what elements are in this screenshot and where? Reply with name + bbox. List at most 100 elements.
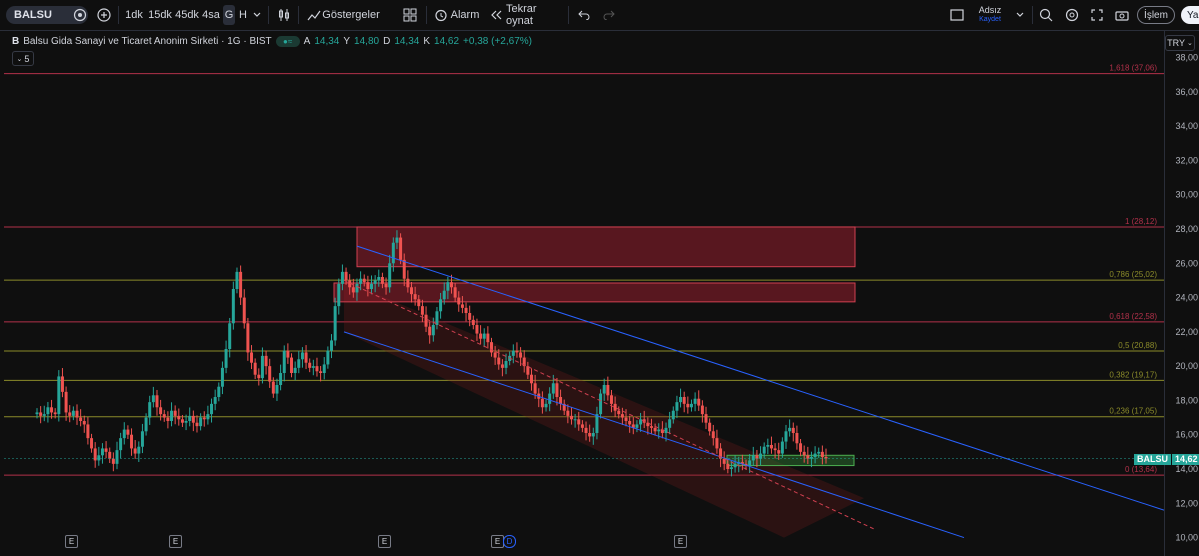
candle-body — [402, 259, 406, 279]
legend-close-key: K — [423, 36, 431, 47]
candle-body — [460, 304, 464, 308]
replay-button[interactable]: Tekrar oynat — [506, 3, 562, 27]
interval-h[interactable]: H — [238, 5, 248, 25]
badge-symbol: BALSU — [1134, 454, 1171, 465]
candle-body — [580, 424, 584, 428]
interval-4sa[interactable]: 4sa — [202, 5, 220, 25]
interval-1dk[interactable]: 1dk — [124, 5, 144, 25]
candle-body — [617, 410, 621, 415]
candle-body — [199, 417, 203, 427]
candle-body — [377, 277, 381, 281]
candle-body — [119, 438, 123, 451]
candle-body — [224, 349, 228, 368]
fullscreen-icon[interactable] — [1089, 5, 1105, 25]
redo-icon[interactable] — [602, 5, 616, 25]
settings-icon[interactable] — [1064, 5, 1080, 25]
candle-body — [220, 367, 224, 387]
candle-body — [639, 419, 643, 425]
undo-icon[interactable] — [577, 5, 591, 25]
alarm-icon[interactable] — [433, 5, 449, 25]
add-symbol-icon[interactable] — [96, 5, 112, 25]
candle-body — [64, 391, 68, 413]
interval-45dk[interactable]: 45dk — [175, 5, 199, 25]
candle-body — [759, 453, 763, 459]
dividend-event-marker[interactable]: D — [503, 535, 516, 548]
candle-body — [133, 448, 137, 454]
candle-body — [599, 393, 603, 415]
candle-body — [271, 381, 275, 394]
price-axis[interactable]: 10,00 12,00 14,00 16,00 18,00 20,00 22,00 24,00… — [1164, 31, 1199, 556]
candle-body — [657, 429, 661, 432]
screenshot-icon[interactable] — [1114, 5, 1130, 25]
alarm-button[interactable]: Alarm — [451, 5, 480, 25]
candle-body — [573, 419, 577, 421]
candle-body — [671, 410, 675, 420]
candle-body — [60, 376, 64, 392]
candle-body — [468, 313, 472, 320]
candle-body — [388, 263, 392, 288]
indicators-button[interactable]: Göstergeler — [322, 5, 379, 25]
replay-icon[interactable] — [489, 5, 503, 25]
candle-body — [635, 424, 639, 428]
top-toolbar: BALSU 1dk 15dk 45dk 4sa G H Göstergeler … — [0, 0, 1199, 31]
price-tick-label: 38,00 — [1175, 53, 1198, 63]
fib-level-label: 1,618 (37,06) — [1109, 64, 1157, 73]
symbol-label: BALSU — [14, 9, 52, 21]
earnings-event-marker[interactable]: E — [65, 535, 78, 548]
publish-button[interactable]: Ya — [1181, 6, 1199, 24]
candle-body — [704, 414, 708, 423]
candle-body — [130, 434, 134, 449]
candle-body — [140, 431, 144, 447]
indicator-collapse-toggle[interactable]: ⌄ 5 — [12, 51, 34, 66]
interval-15dk[interactable]: 15dk — [148, 5, 172, 25]
layout-icon[interactable] — [949, 5, 965, 25]
currency-dropdown-icon: ⌄ — [1186, 40, 1193, 47]
candle-body — [384, 283, 388, 288]
currency-selector[interactable]: TRY ⌄ — [1165, 35, 1195, 51]
candle-body — [682, 397, 686, 404]
templates-icon[interactable] — [402, 5, 418, 25]
candle-body — [795, 433, 799, 444]
candle-body — [569, 415, 573, 420]
candle-body — [46, 407, 50, 415]
candle-body — [555, 383, 559, 397]
layout-save-link[interactable]: Kaydet — [979, 15, 1001, 24]
candle-body — [148, 402, 152, 418]
candle-type-icon[interactable] — [276, 5, 292, 25]
earnings-event-marker[interactable]: E — [378, 535, 391, 548]
compare-icon[interactable] — [72, 5, 88, 25]
chevron-down-icon: ⌄ — [16, 55, 23, 63]
legend-low-value: 14,34 — [394, 36, 420, 47]
candle-body — [424, 314, 428, 327]
layout-dropdown-icon[interactable] — [1014, 5, 1026, 25]
candle-body — [275, 385, 279, 394]
candle-body — [75, 410, 79, 418]
candle-body — [155, 395, 159, 408]
candle-body — [428, 326, 432, 336]
candle-body — [464, 307, 468, 313]
candle-body — [609, 395, 613, 404]
legend-open-key: A — [303, 36, 311, 47]
interval-g[interactable]: G — [223, 5, 235, 25]
earnings-event-marker[interactable]: E — [674, 535, 687, 548]
candle-body — [420, 306, 424, 315]
earnings-event-marker[interactable]: E — [169, 535, 182, 548]
candle-body — [439, 299, 443, 312]
interval-dropdown-icon[interactable] — [252, 5, 262, 25]
candle-body — [217, 386, 221, 397]
candle-body — [308, 362, 312, 368]
fib-level-label: 0,236 (17,05) — [1109, 407, 1157, 416]
candle-body — [184, 421, 188, 423]
candle-body — [162, 414, 166, 418]
chart-legend: B Balsu Gida Sanayi ve Ticaret Anonim Si… — [12, 36, 532, 47]
candle-body — [97, 455, 101, 461]
indicators-icon[interactable] — [306, 5, 322, 25]
candle-body — [373, 280, 377, 284]
trade-button[interactable]: İşlem — [1137, 6, 1175, 24]
chart-canvas[interactable]: 1,618 (37,06) 1 (28,12) 0,786 (25,02) 0,618… — [4, 31, 1164, 556]
quick-search-icon[interactable] — [1038, 5, 1054, 25]
candle-body — [784, 431, 788, 442]
market-status-icon[interactable]: ●≈ — [275, 36, 300, 47]
channel-mid-line — [343, 279, 875, 530]
layout-name[interactable]: Adsız Kaydet — [970, 5, 1010, 25]
